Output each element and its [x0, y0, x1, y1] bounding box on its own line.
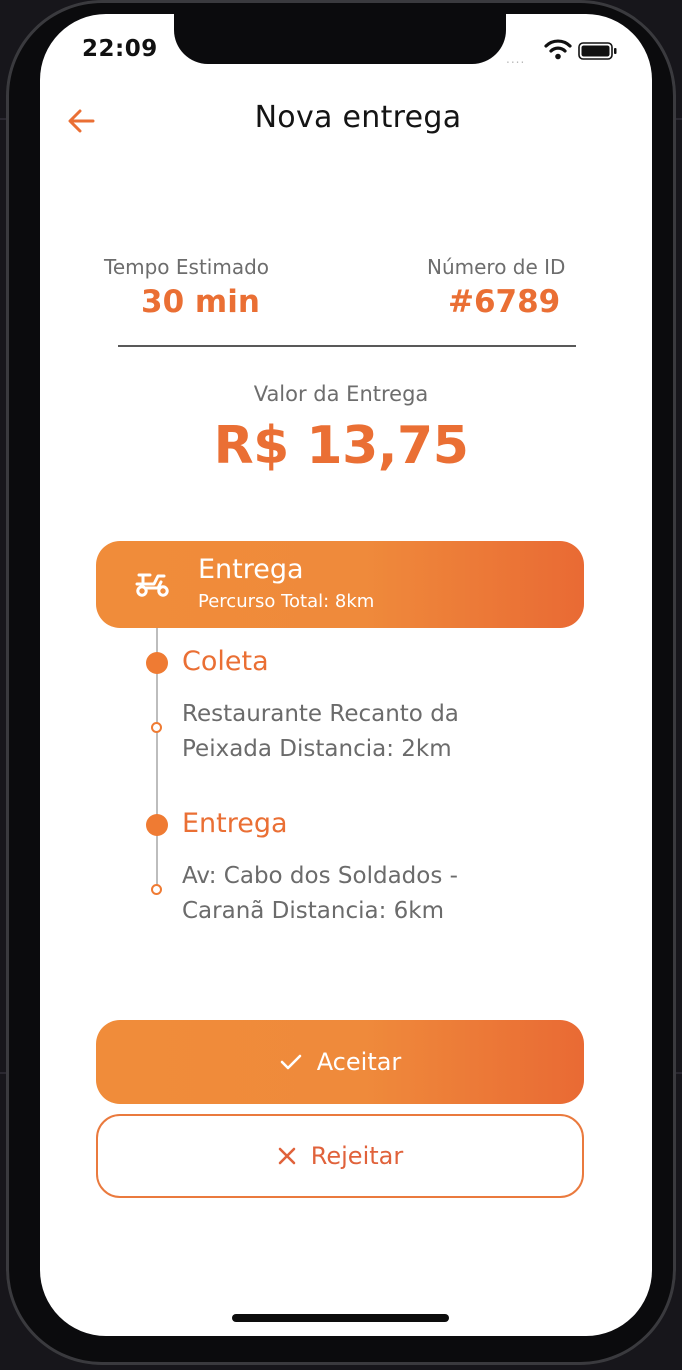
pickup-address: Restaurante Recanto da Peixada Distancia… — [182, 697, 562, 767]
reject-button-label: Rejeitar — [310, 1142, 404, 1170]
battery-icon — [578, 42, 617, 60]
order-id-label: Número de ID — [427, 255, 566, 279]
device-notch — [174, 14, 506, 64]
close-icon — [278, 1147, 296, 1165]
route-card: Entrega Percurso Total: 8km — [96, 541, 584, 628]
dropoff-address-marker — [151, 884, 162, 895]
pickup-title: Coleta — [182, 646, 269, 677]
status-icons: .... — [506, 38, 618, 66]
order-id-value: #6789 — [448, 284, 561, 320]
dropoff-address: Av: Cabo dos Soldados - Caranã Distancia… — [182, 859, 562, 929]
back-button[interactable] — [64, 103, 100, 139]
reject-button-content: Rejeitar — [98, 1116, 582, 1196]
route-total-distance: Percurso Total: 8km — [198, 591, 375, 612]
eta-value: 30 min — [141, 284, 260, 320]
pickup-marker — [146, 652, 168, 674]
page-title: Nova entrega — [254, 100, 462, 135]
pickup-address-marker — [151, 722, 162, 733]
summary-divider — [118, 345, 576, 347]
wifi-icon — [544, 39, 572, 60]
scooter-icon — [135, 573, 169, 597]
home-indicator[interactable] — [232, 1314, 449, 1322]
dropoff-title: Entrega — [182, 808, 288, 839]
accept-button-content: Aceitar — [96, 1020, 584, 1104]
dropoff-address-line: Caranã Distancia: 6km — [182, 898, 445, 924]
accept-button-label: Aceitar — [316, 1048, 402, 1076]
delivery-value-label: Valor da Entrega — [253, 382, 429, 406]
route-title: Entrega — [198, 554, 304, 585]
signal-icon: .... — [506, 52, 526, 66]
reject-button[interactable]: Rejeitar — [96, 1114, 584, 1198]
dropoff-address-line: Av: Cabo dos Soldados - — [182, 863, 458, 889]
accept-button[interactable]: Aceitar — [96, 1020, 584, 1104]
pickup-address-line: Restaurante Recanto da — [182, 701, 459, 727]
delivery-value-amount: R$ 13,75 — [213, 416, 469, 476]
arrow-left-icon — [68, 109, 95, 133]
pickup-address-line: Peixada Distancia: 2km — [182, 736, 452, 762]
status-time: 22:09 — [82, 36, 158, 62]
dropoff-marker — [146, 814, 168, 836]
eta-label: Tempo Estimado — [104, 255, 270, 279]
check-icon — [280, 1054, 301, 1070]
